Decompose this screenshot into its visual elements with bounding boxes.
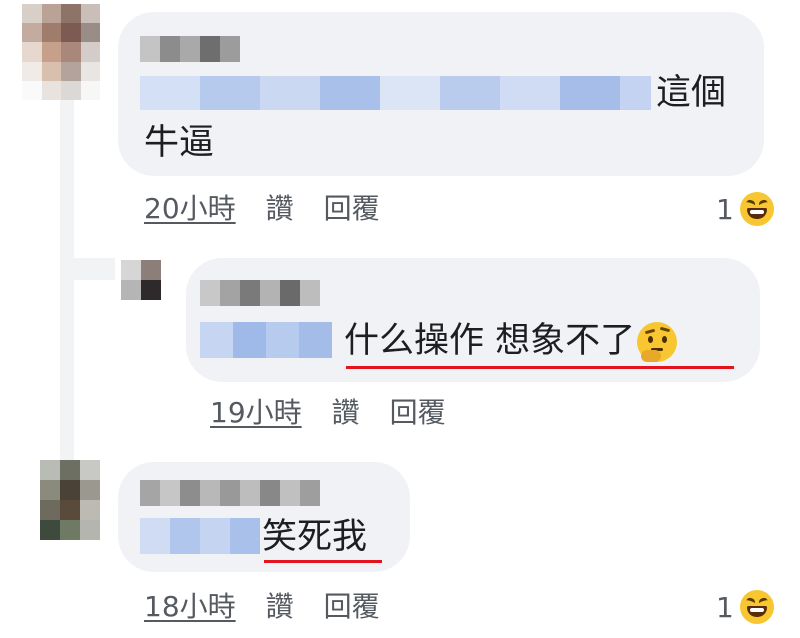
- reaction-summary[interactable]: 1: [716, 192, 774, 226]
- thread-line: [60, 95, 74, 465]
- comment-text: 笑死我: [262, 517, 368, 557]
- comment-text-line2: 牛逼: [144, 123, 215, 163]
- comment-text-blurred: [140, 76, 651, 110]
- like-button[interactable]: 讚: [332, 396, 360, 429]
- author-name-blurred[interactable]: [200, 280, 320, 306]
- comment-text-content: 什么操作 想象不了: [344, 321, 636, 361]
- thread-line-branch: [60, 258, 115, 280]
- timestamp-link[interactable]: 18小時: [144, 590, 236, 623]
- reaction-count: 1: [716, 192, 734, 226]
- laugh-emoji-icon: [739, 192, 774, 226]
- comment-text-line1: 這個: [656, 73, 727, 113]
- comment-meta: 20小時讚回覆: [144, 192, 380, 226]
- timestamp-link[interactable]: 19小時: [210, 396, 302, 429]
- author-name-blurred[interactable]: [140, 36, 240, 62]
- comment-text-blurred: [140, 518, 260, 554]
- comment-text: 什么操作 想象不了: [344, 318, 678, 364]
- like-button[interactable]: 讚: [266, 192, 294, 225]
- avatar[interactable]: [121, 260, 161, 300]
- reaction-count: 1: [716, 590, 734, 624]
- comment-meta: 18小時讚回覆: [144, 590, 380, 624]
- comment-text-blurred: [200, 322, 332, 358]
- avatar[interactable]: [40, 460, 100, 540]
- red-underline: [346, 366, 734, 369]
- reply-button[interactable]: 回覆: [390, 396, 446, 429]
- author-name-blurred[interactable]: [140, 480, 320, 506]
- reaction-summary[interactable]: 1: [716, 590, 774, 624]
- red-underline: [264, 560, 382, 563]
- thinking-emoji-icon: [637, 322, 678, 362]
- reply-button[interactable]: 回覆: [324, 192, 380, 225]
- comment-meta: 19小時讚回覆: [210, 396, 446, 430]
- timestamp-link[interactable]: 20小時: [144, 192, 236, 225]
- reply-button[interactable]: 回覆: [324, 590, 380, 623]
- laugh-emoji-icon: [739, 590, 774, 624]
- avatar[interactable]: [22, 4, 100, 100]
- like-button[interactable]: 讚: [266, 590, 294, 623]
